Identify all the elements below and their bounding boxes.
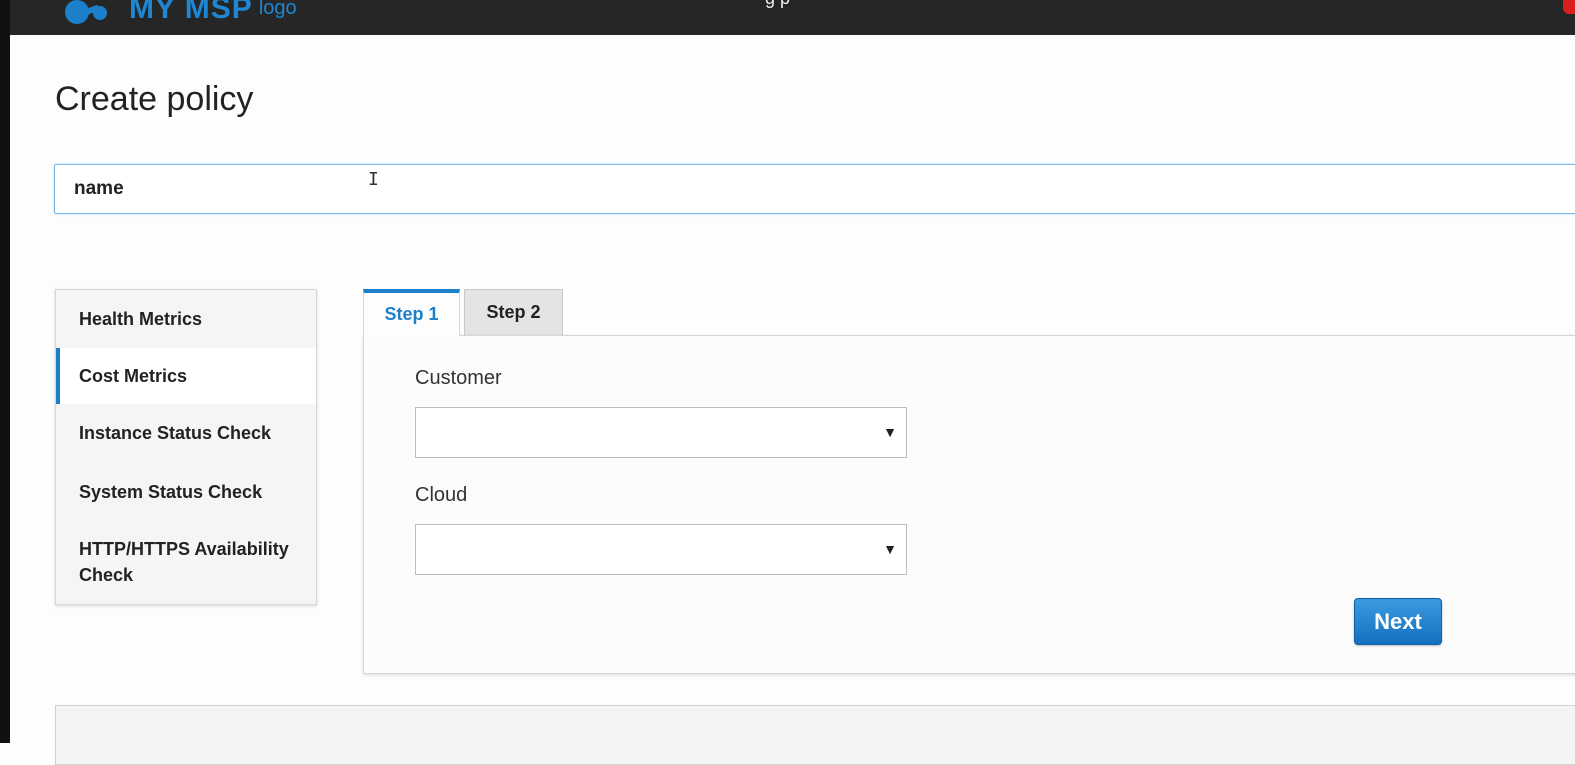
sidebar-item-label: System Status Check xyxy=(79,481,263,502)
tab-step-1[interactable]: Step 1 xyxy=(363,289,460,336)
logo-subtext: logo xyxy=(258,0,297,19)
metrics-sidebar: Health Metrics Cost Metrics Instance Sta… xyxy=(55,289,317,605)
step-tabs: Step 1 Step 2 xyxy=(363,289,563,336)
notification-icon[interactable] xyxy=(1563,0,1575,14)
topbar-center-text: g p xyxy=(765,0,790,9)
top-navigation-bar: MY MSP logo g p xyxy=(10,0,1575,35)
policy-name-input[interactable] xyxy=(54,164,1575,214)
text-cursor-icon: I xyxy=(368,169,379,190)
cloud-select[interactable]: ▼ xyxy=(415,524,907,575)
window-edge xyxy=(0,0,10,743)
customer-select[interactable]: ▼ xyxy=(415,407,907,458)
step-1-panel: Customer ▼ Cloud ▼ Next xyxy=(363,335,1575,674)
sidebar-item-label: Health Metrics xyxy=(79,309,203,329)
bottom-panel xyxy=(55,705,1575,765)
sidebar-item-instance-status-check[interactable]: Instance Status Check xyxy=(56,404,316,462)
triangle-down-icon: ▼ xyxy=(883,541,897,557)
logo-icon xyxy=(65,0,113,26)
sidebar-item-cost-metrics[interactable]: Cost Metrics xyxy=(56,348,316,404)
cloud-label: Cloud xyxy=(415,484,468,506)
triangle-down-icon: ▼ xyxy=(883,424,897,440)
sidebar-item-label: Cost Metrics xyxy=(79,366,188,386)
logo-text: MY MSP xyxy=(129,0,253,25)
sidebar-item-http-availability-check[interactable]: HTTP/HTTPS Availability Check xyxy=(56,521,316,603)
customer-label: Customer xyxy=(415,367,502,389)
brand-logo[interactable]: MY MSP logo xyxy=(65,0,297,26)
tab-step-2[interactable]: Step 2 xyxy=(464,289,563,335)
sidebar-item-system-status-check[interactable]: System Status Check xyxy=(56,462,316,521)
sidebar-item-label: Instance Status Check xyxy=(79,423,272,443)
sidebar-item-health-metrics[interactable]: Health Metrics xyxy=(56,290,316,348)
next-button[interactable]: Next xyxy=(1354,598,1442,645)
sidebar-item-label: HTTP/HTTPS Availability Check xyxy=(79,539,289,585)
page-title: Create policy xyxy=(55,80,254,118)
